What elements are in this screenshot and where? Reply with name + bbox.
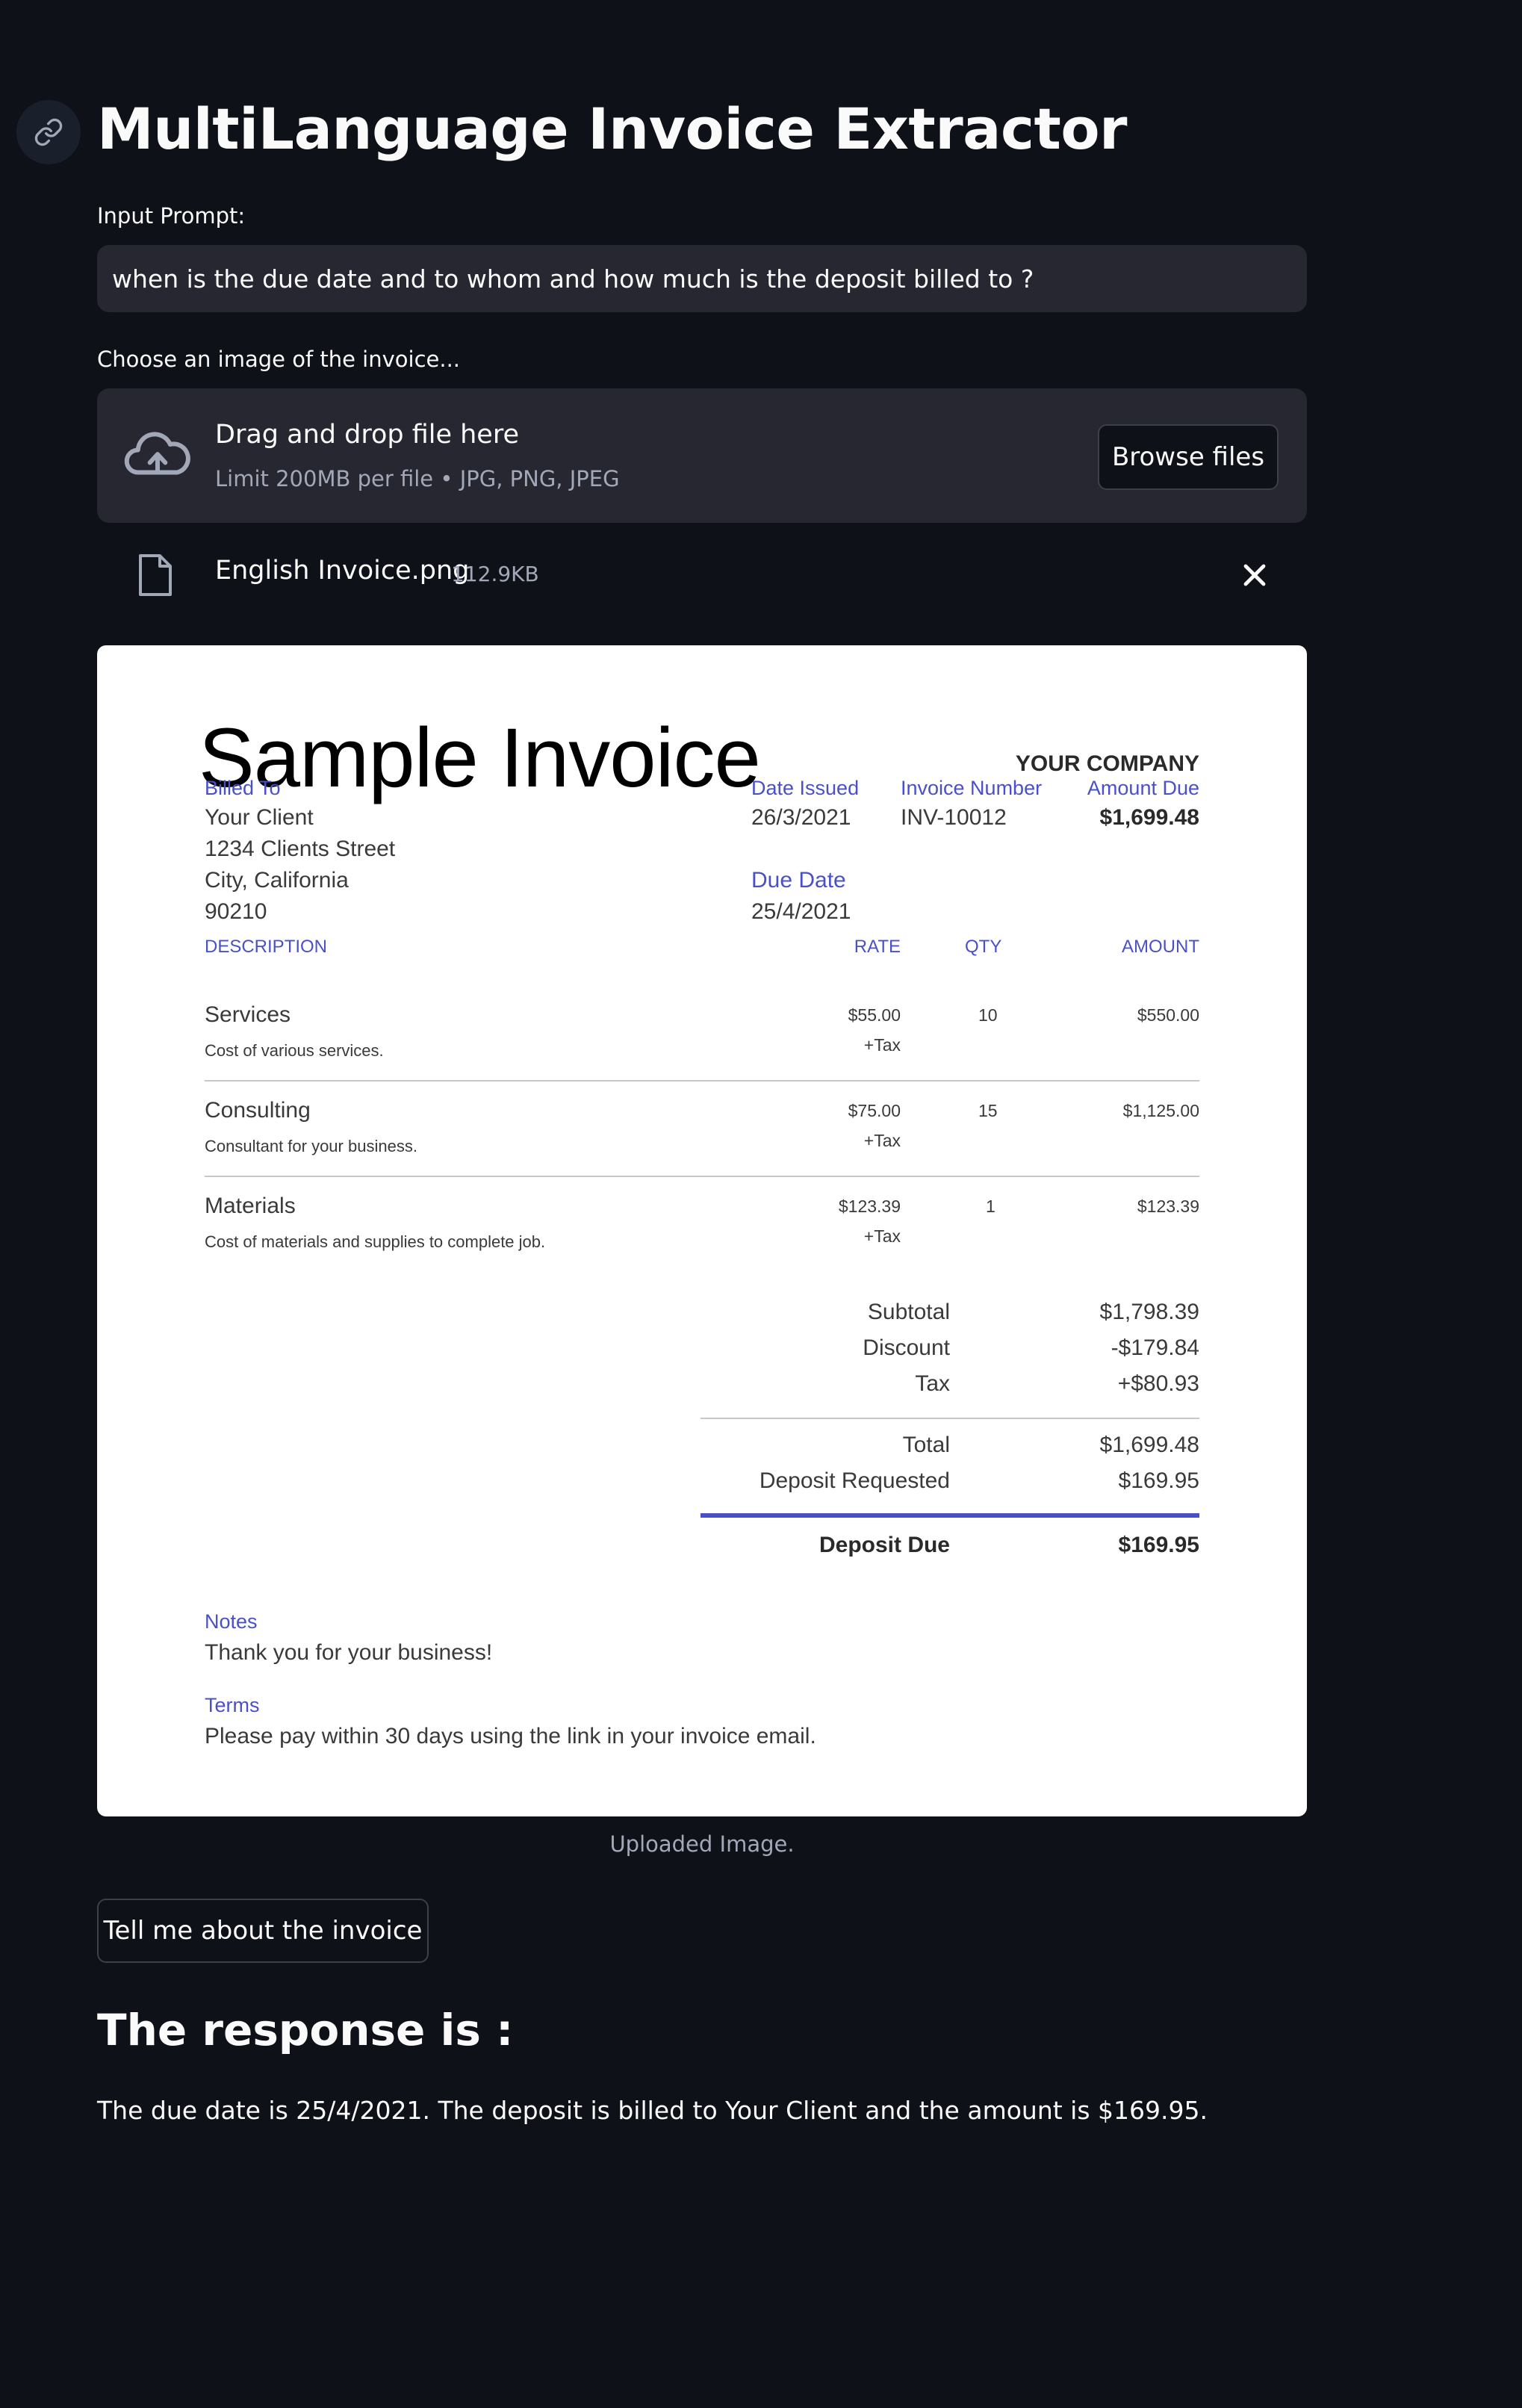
total-label: Total [902, 1433, 950, 1457]
date-issued-label: Date Issued [751, 777, 860, 799]
invoice-number-label: Invoice Number [901, 777, 1043, 799]
notes-label: Notes [205, 1610, 258, 1633]
item-rate: $75.00 [848, 1101, 901, 1120]
link-icon [34, 118, 63, 146]
browse-files-button[interactable]: Browse files [1098, 424, 1279, 490]
deposit-requested-label: Deposit Requested [759, 1468, 950, 1493]
amount-due: $1,699.48 [1099, 805, 1199, 830]
item-qty: 1 [986, 1197, 995, 1216]
terms-text: Please pay within 30 days using the link… [205, 1724, 816, 1748]
discount-label: Discount [863, 1335, 950, 1360]
subtotal-value: $1,798.39 [1099, 1300, 1199, 1324]
file-name: English Invoice.png [215, 556, 470, 586]
cloud-upload-icon [124, 432, 190, 475]
dropzone-limit: Limit 200MB per file • JPG, PNG, JPEG [215, 466, 620, 491]
deposit-due-label: Deposit Due [819, 1533, 950, 1557]
item-amount: $550.00 [1137, 1005, 1199, 1025]
item-qty: 15 [978, 1101, 998, 1120]
app-page: MultiLanguage Invoice Extractor Input Pr… [0, 0, 1522, 2408]
response-text: The due date is 25/4/2021. The deposit i… [97, 2096, 1208, 2125]
amount-due-label: Amount Due [1087, 777, 1199, 799]
item-amount: $1,125.00 [1122, 1101, 1199, 1120]
client-line: Your Client [205, 805, 314, 830]
totals-divider [701, 1418, 1199, 1419]
prompt-label: Input Prompt: [97, 203, 246, 229]
total-value: $1,699.48 [1099, 1433, 1199, 1457]
close-icon[interactable] [1240, 560, 1270, 590]
notes-text: Thank you for your business! [205, 1640, 493, 1665]
item-divider [205, 1176, 1199, 1177]
dropzone-title: Drag and drop file here [215, 420, 519, 450]
response-heading: The response is : [97, 2005, 514, 2055]
billed-to-label: Billed To [205, 777, 281, 799]
col-amount: AMOUNT [1122, 937, 1199, 957]
uploaded-file-row: English Invoice.png 112.9KB [97, 545, 1307, 605]
col-rate: RATE [854, 937, 901, 957]
item-rate: $123.39 [838, 1197, 901, 1216]
invoice-number: INV-10012 [901, 805, 1007, 830]
due-date: 25/4/2021 [751, 899, 851, 924]
deposit-divider [701, 1513, 1199, 1518]
uploader-label: Choose an image of the invoice... [97, 347, 461, 372]
item-desc: Cost of various services. [205, 1041, 384, 1060]
prompt-input[interactable]: when is the due date and to whom and how… [97, 245, 1307, 312]
deposit-requested-value: $169.95 [1118, 1468, 1199, 1493]
item-desc: Cost of materials and supplies to comple… [205, 1232, 546, 1251]
item-tax: +Tax [863, 1226, 901, 1246]
item-name: Consulting [205, 1098, 311, 1123]
deposit-due-value: $169.95 [1118, 1533, 1199, 1557]
item-amount: $123.39 [1137, 1197, 1199, 1216]
client-line: 90210 [205, 899, 267, 924]
invoice-title: Sample Invoice [199, 711, 761, 804]
due-date-label: Due Date [751, 868, 846, 893]
page-title: MultiLanguage Invoice Extractor [97, 96, 1128, 162]
file-icon [139, 554, 172, 596]
item-tax: +Tax [863, 1035, 901, 1055]
item-desc: Consultant for your business. [205, 1137, 417, 1155]
tax-label: Tax [915, 1371, 950, 1396]
item-name: Services [205, 1002, 291, 1027]
file-dropzone[interactable]: Drag and drop file here Limit 200MB per … [97, 388, 1307, 523]
tell-me-about-invoice-button[interactable]: Tell me about the invoice [97, 1899, 429, 1963]
client-line: 1234 Clients Street [205, 837, 396, 861]
date-issued: 26/3/2021 [751, 805, 851, 830]
client-line: City, California [205, 868, 349, 893]
item-tax: +Tax [863, 1131, 901, 1150]
item-rate: $55.00 [848, 1005, 901, 1025]
terms-label: Terms [205, 1694, 260, 1716]
tax-value: +$80.93 [1117, 1371, 1199, 1396]
item-name: Materials [205, 1194, 296, 1218]
discount-value: -$179.84 [1111, 1335, 1199, 1360]
item-qty: 10 [978, 1005, 998, 1025]
file-size: 112.9KB [451, 562, 539, 586]
invoice-company: YOUR COMPANY [1015, 751, 1199, 776]
uploaded-invoice-image: Sample Invoice YOUR COMPANY Billed To Yo… [97, 645, 1307, 1816]
col-qty: QTY [965, 937, 1002, 957]
subtotal-label: Subtotal [867, 1300, 950, 1324]
item-divider [205, 1080, 1199, 1082]
header-anchor-button[interactable] [16, 100, 81, 164]
image-caption: Uploaded Image. [609, 1831, 795, 1857]
col-description: DESCRIPTION [205, 937, 328, 957]
